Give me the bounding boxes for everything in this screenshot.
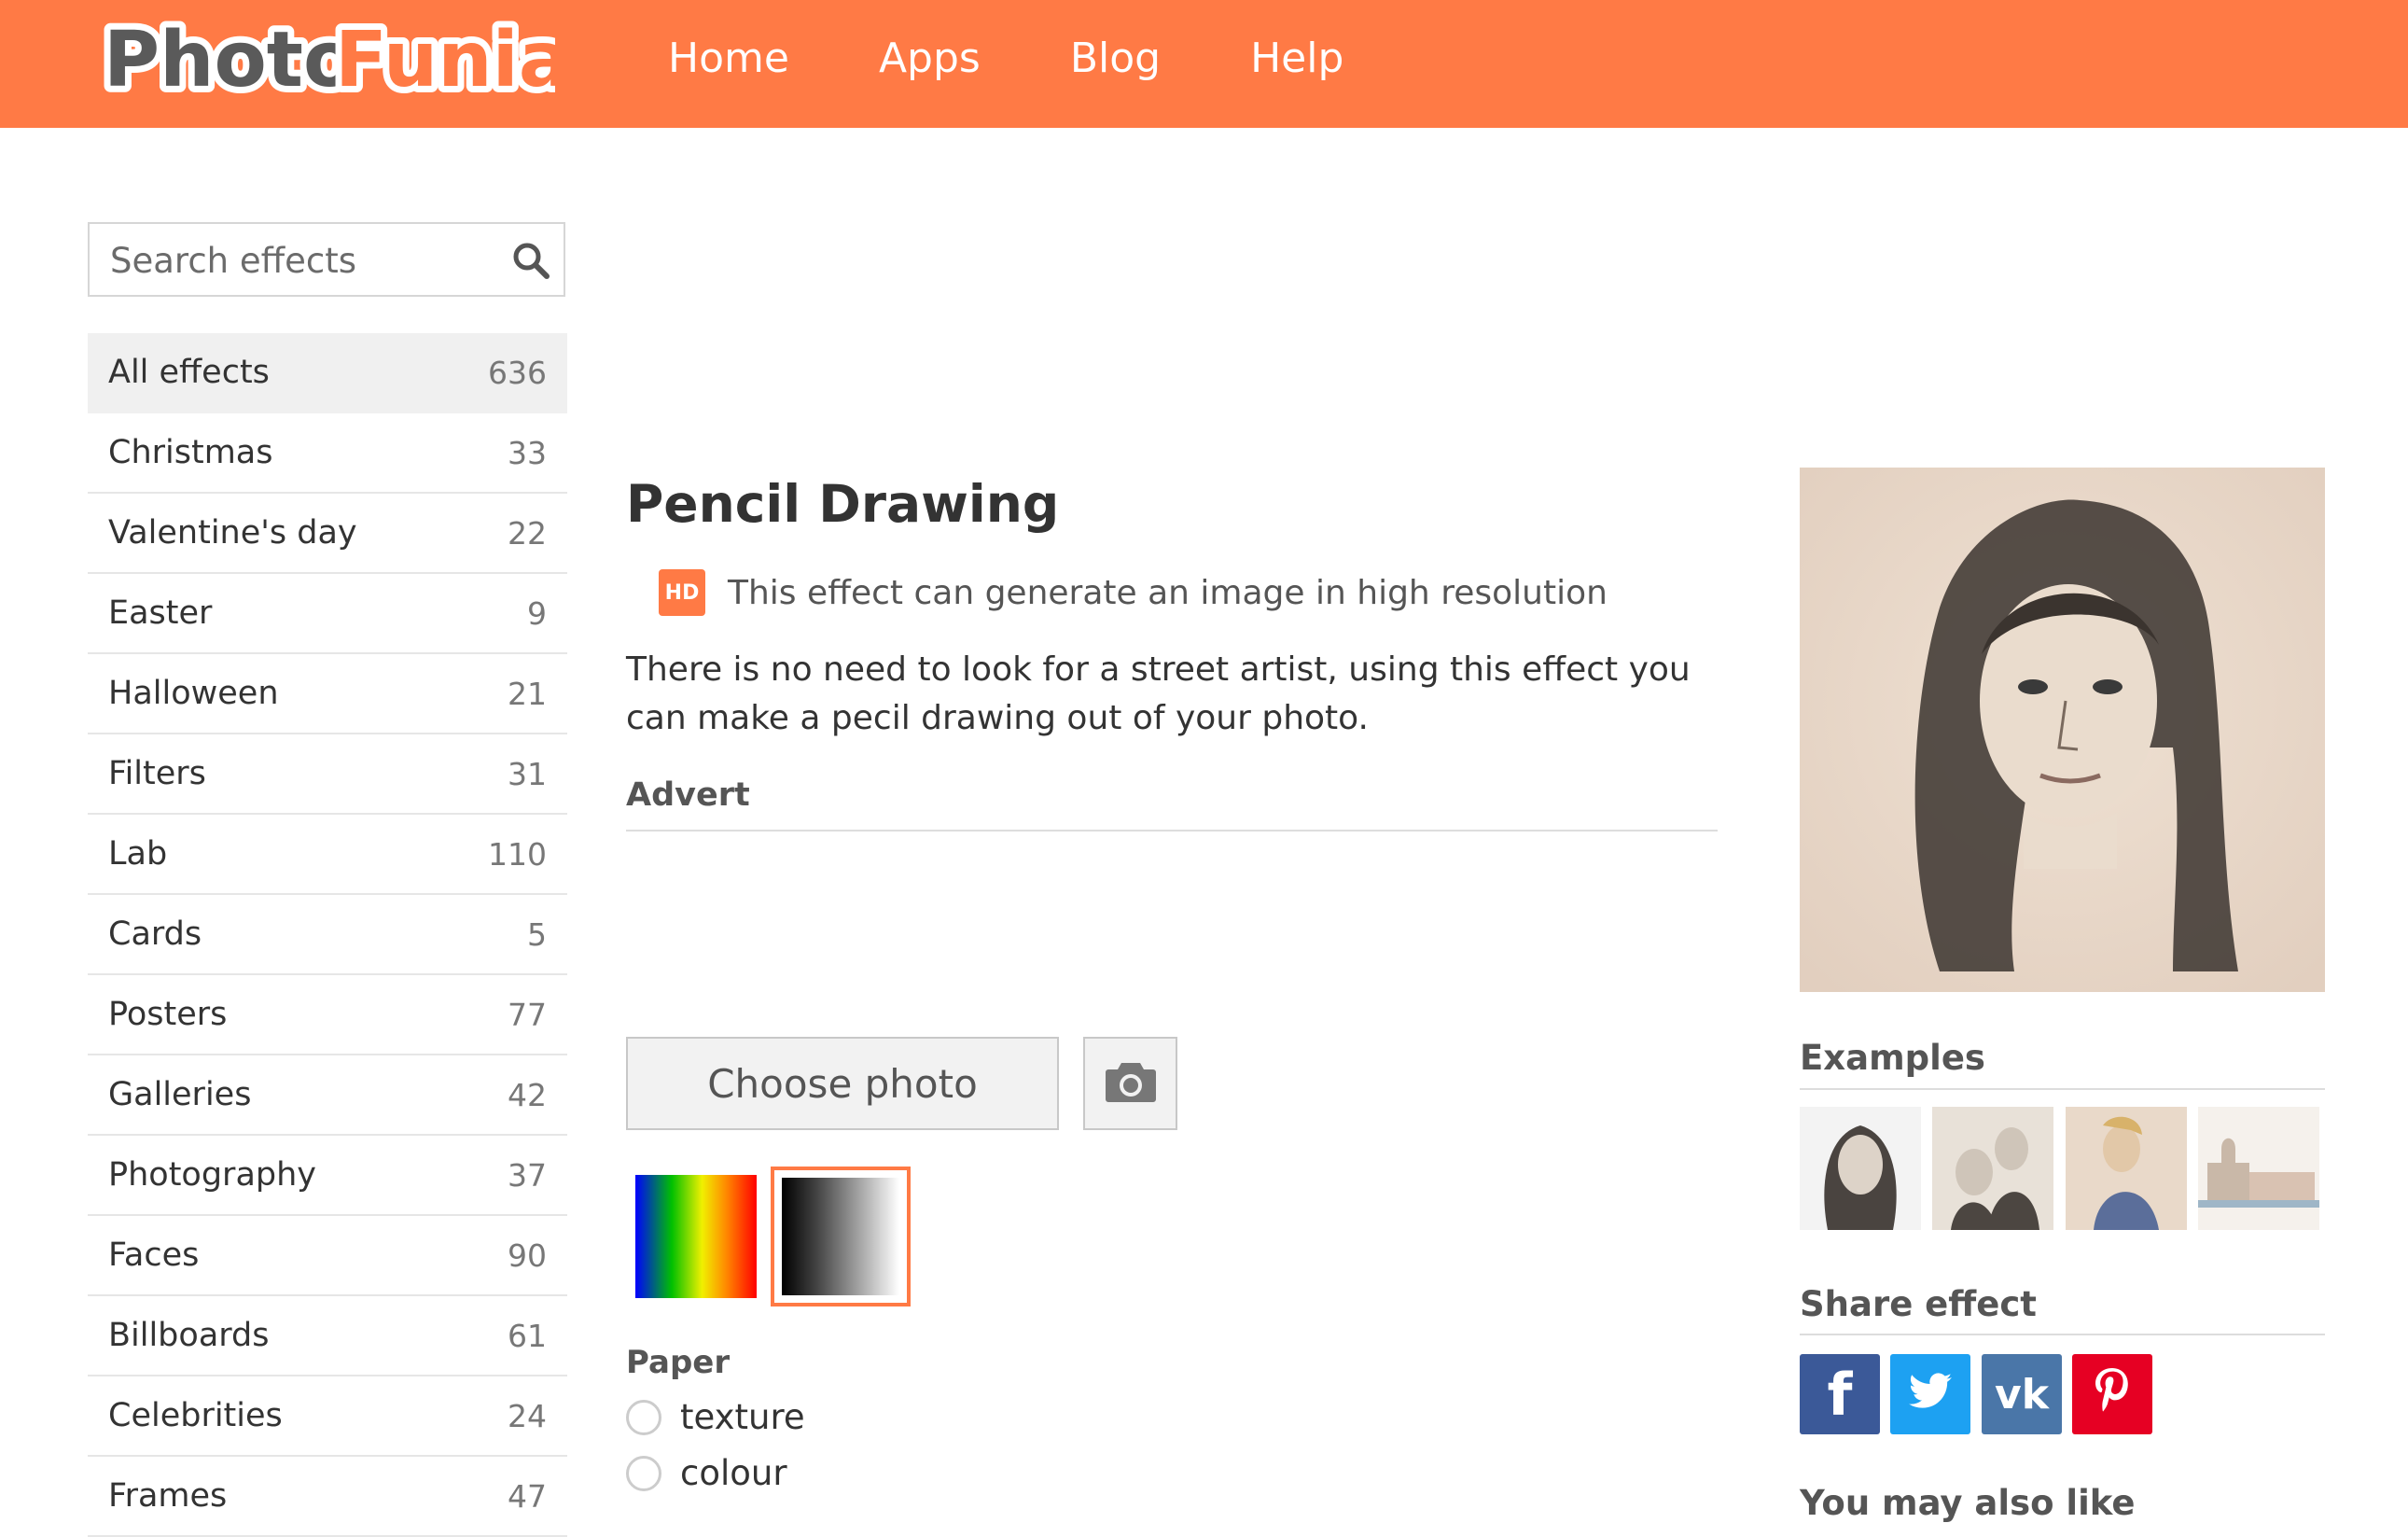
paper-option-colour[interactable]: colour [626,1453,787,1493]
category-label: Christmas [108,434,273,471]
category-label: Filters [108,755,206,792]
category-count: 77 [508,996,547,1033]
category-count: 636 [488,354,547,391]
effect-title: Pencil Drawing [626,474,1060,534]
category-count: 90 [508,1237,547,1274]
nav-apps[interactable]: Apps [879,28,1025,90]
twitter-icon [1907,1373,1954,1416]
category-label: Celebrities [108,1397,283,1434]
category-label: Posters [108,996,228,1033]
category-label: Frames [108,1477,228,1515]
category-count: 21 [508,675,547,712]
share-divider [1800,1334,2325,1335]
category-label: Lab [108,835,168,873]
color-mode-swatch[interactable] [635,1175,757,1298]
category-label: Billboards [108,1317,270,1354]
category-item[interactable]: Cards 5 [88,895,567,975]
effect-description: There is no need to look for a street ar… [626,650,1691,737]
bw-mode-swatch [782,1178,899,1295]
nav-help[interactable]: Help [1250,28,1388,90]
category-label: Galleries [108,1076,252,1113]
category-item[interactable]: Galleries 42 [88,1055,567,1136]
category-item[interactable]: Filters 31 [88,734,567,815]
effect-preview-image [1800,468,2325,992]
category-count: 31 [508,755,547,792]
svg-text:Funia: Funia [335,16,555,105]
category-label: Halloween [108,675,279,712]
category-label: Valentine's day [108,514,357,552]
paper-option-texture[interactable]: texture [626,1397,805,1437]
category-item[interactable]: Faces 90 [88,1216,567,1296]
advert-label: Advert [626,776,750,814]
camera-button[interactable] [1083,1037,1177,1130]
share-facebook-button[interactable]: f [1800,1354,1880,1434]
facebook-icon: f [1827,1360,1853,1429]
category-count: 37 [508,1156,547,1194]
search-input[interactable] [108,224,504,297]
category-count: 5 [527,915,547,953]
choose-photo-button[interactable]: Choose photo [626,1037,1059,1130]
category-item[interactable]: All effects 636 [88,333,567,413]
category-label: Faces [108,1237,200,1274]
category-item[interactable]: Christmas 33 [88,413,567,494]
category-label: All effects [108,354,270,391]
category-item[interactable]: Billboards 61 [88,1296,567,1376]
hd-badge: HD [659,569,705,616]
share-twitter-button[interactable] [1890,1354,1970,1434]
category-item[interactable]: Photography 37 [88,1136,567,1216]
category-count: 47 [508,1477,547,1515]
category-count: 61 [508,1317,547,1354]
category-label: Easter [108,594,213,632]
example-thumb-1[interactable] [1800,1107,1921,1230]
bw-mode-swatch-selected[interactable] [771,1167,911,1306]
nav-home[interactable]: Home [668,28,834,90]
hd-text: This effect can generate an image in hig… [728,573,1608,612]
radio-colour[interactable] [626,1455,661,1491]
example-thumb-4[interactable] [2198,1107,2319,1230]
radio-colour-label: colour [680,1453,787,1493]
example-thumb-2[interactable] [1932,1107,2053,1230]
category-item[interactable]: Celebrities 24 [88,1376,567,1457]
category-item[interactable]: Halloween 21 [88,654,567,734]
examples-title: Examples [1800,1038,1985,1078]
top-header: Photo Photo Funia Funia Home Apps Blog H… [0,0,2408,128]
share-pinterest-button[interactable] [2072,1354,2152,1434]
share-vk-button[interactable]: vk [1982,1354,2062,1434]
camera-icon [1105,1059,1157,1108]
category-count: 9 [527,594,547,632]
category-item[interactable]: Lab 110 [88,815,567,895]
hd-notice: HD This effect can generate an image in … [659,569,1608,616]
nav-blog[interactable]: Blog [1070,28,1205,90]
advert-divider [626,830,1718,831]
category-count: 110 [488,835,547,873]
search-icon[interactable] [511,241,550,280]
category-label: Cards [108,915,202,953]
category-count: 33 [508,434,547,471]
paper-label: Paper [626,1344,731,1381]
vk-icon: vk [1995,1370,2049,1418]
category-item[interactable]: Easter 9 [88,574,567,654]
category-item[interactable]: Frames 47 [88,1457,567,1537]
category-label: Photography [108,1156,317,1194]
svg-text:Photo: Photo [104,16,355,105]
example-thumb-3[interactable] [2066,1107,2187,1230]
category-count: 42 [508,1076,547,1113]
pinterest-icon [2092,1366,2133,1422]
radio-texture-label: texture [680,1397,805,1437]
category-count: 22 [508,514,547,552]
category-item[interactable]: Valentine's day 22 [88,494,567,574]
search-box [88,222,565,297]
photofunia-logo[interactable]: Photo Photo Funia Funia [98,11,555,105]
share-title: Share effect [1800,1284,2037,1324]
examples-divider [1800,1088,2325,1090]
category-item[interactable]: Posters 77 [88,975,567,1055]
category-list: All effects 636 Christmas 33 Valentine's day… [88,333,567,1537]
radio-texture[interactable] [626,1399,661,1435]
main-nav: Home Apps Blog Help [668,28,1433,90]
category-count: 24 [508,1397,547,1434]
